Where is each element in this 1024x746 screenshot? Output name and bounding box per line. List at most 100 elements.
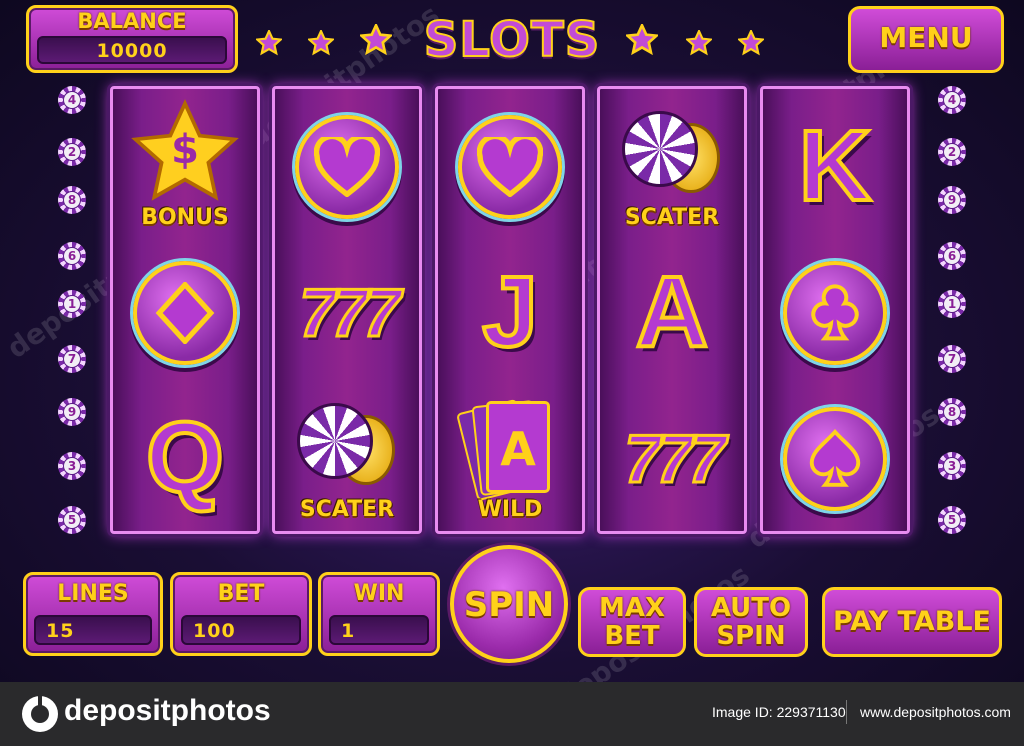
line-marker[interactable]: 6 <box>58 242 86 270</box>
line-marker-number: 6 <box>63 247 81 265</box>
pay-table-button[interactable]: PAY TABLE <box>822 587 1002 657</box>
title-bar: SLOTS <box>256 11 768 72</box>
auto-spin-button[interactable]: AUTO SPIN <box>694 587 808 657</box>
reel-symbol-heart <box>438 93 582 240</box>
auto-spin-line-1: AUTO <box>710 593 792 623</box>
footer-brand: depositphotos <box>64 694 271 727</box>
reel-symbol-club <box>763 239 907 386</box>
max-bet-line-1: MAX <box>598 593 666 623</box>
card-face-icon: A <box>486 401 550 493</box>
spin-button[interactable]: SPIN <box>450 545 568 663</box>
line-marker-number: 7 <box>63 350 81 368</box>
reel-symbol-scatter: SCATER <box>600 93 744 240</box>
reel-1: $ BONUS Q <box>110 86 260 534</box>
bet-panel: BET 100 <box>170 572 312 656</box>
reel-2: 777 SCATER <box>272 86 422 534</box>
line-marker[interactable]: 8 <box>938 398 966 426</box>
footer-url: www.depositphotos.com <box>860 704 1011 720</box>
scatter-label: SCATER <box>624 205 720 230</box>
line-marker[interactable]: 1 <box>938 290 966 318</box>
reel-symbol-heart <box>275 93 419 240</box>
reel-symbol-seven: 777 <box>275 239 419 386</box>
auto-spin-line-2: SPIN <box>716 621 786 651</box>
max-bet-button[interactable]: MAX BET <box>578 587 686 657</box>
purple-chip-icon <box>622 111 698 187</box>
line-marker[interactable]: 7 <box>58 345 86 373</box>
line-marker[interactable]: 7 <box>938 345 966 373</box>
line-marker-number: 7 <box>943 350 961 368</box>
line-marker[interactable]: 2 <box>58 138 86 166</box>
line-marker-number: 4 <box>63 91 81 109</box>
letter-q-glyph: Q <box>144 400 226 516</box>
star-icon <box>626 24 658 56</box>
balance-value: 10000 <box>37 36 227 64</box>
line-marker-number: 5 <box>943 511 961 529</box>
line-marker-number: 2 <box>943 143 961 161</box>
line-marker[interactable]: 6 <box>938 242 966 270</box>
lines-panel: LINES 15 <box>23 572 163 656</box>
bet-value: 100 <box>181 615 301 645</box>
scatter-chips-icon <box>622 111 722 201</box>
letter-k-glyph: K <box>797 108 873 224</box>
seven-glyph: 777 <box>623 419 728 498</box>
line-marker-number: 8 <box>63 191 81 209</box>
scatter-chips-icon <box>297 403 397 493</box>
star-icon <box>256 30 282 56</box>
menu-button[interactable]: MENU <box>848 6 1004 73</box>
lines-label: LINES <box>57 581 129 606</box>
max-bet-line-2: BET <box>604 621 660 651</box>
line-marker-number: 4 <box>943 91 961 109</box>
wild-cards-icon: A <box>456 398 556 505</box>
game-screen: depositphotos depositphotos depositphoto… <box>0 0 1024 682</box>
seven-glyph: 777 <box>298 273 403 352</box>
line-marker[interactable]: 3 <box>938 452 966 480</box>
win-value: 1 <box>329 615 429 645</box>
line-marker-number: 3 <box>943 457 961 475</box>
star-icon <box>360 24 392 56</box>
club-suit-icon <box>783 260 887 365</box>
heart-suit-icon <box>295 114 399 219</box>
line-marker[interactable]: 5 <box>58 506 86 534</box>
line-marker[interactable]: 9 <box>938 186 966 214</box>
wild-card-glyph: A <box>500 422 536 476</box>
wild-label: WILD <box>477 497 543 522</box>
letter-a-glyph: A <box>634 254 710 370</box>
line-marker[interactable]: 5 <box>938 506 966 534</box>
game-title: SLOTS <box>423 11 601 69</box>
purple-chip-icon <box>297 403 373 479</box>
bonus-label: BONUS <box>141 205 229 230</box>
diamond-suit-icon <box>133 260 237 365</box>
reel-symbol-bonus: $ BONUS <box>113 93 257 240</box>
reel-symbol-wild: A WILD <box>438 385 582 532</box>
reel-symbol-q: Q <box>113 385 257 532</box>
bet-label: BET <box>217 581 265 606</box>
reel-3: J A WILD <box>435 86 585 534</box>
line-marker[interactable]: 3 <box>58 452 86 480</box>
reel-symbol-scatter: SCATER <box>275 385 419 532</box>
line-marker[interactable]: 4 <box>58 86 86 114</box>
line-marker[interactable]: 4 <box>938 86 966 114</box>
depositphotos-logo-icon <box>22 696 58 732</box>
star-icon <box>686 30 712 56</box>
lines-value: 15 <box>34 615 152 645</box>
line-marker[interactable]: 9 <box>58 398 86 426</box>
line-marker-number: 8 <box>943 403 961 421</box>
balance-panel: BALANCE 10000 <box>26 5 238 73</box>
scatter-label: SCATER <box>299 497 395 522</box>
reel-symbol-seven: 777 <box>600 385 744 532</box>
line-marker[interactable]: 2 <box>938 138 966 166</box>
win-label: WIN <box>353 581 405 606</box>
reel-5: K <box>760 86 910 534</box>
line-marker[interactable]: 8 <box>58 186 86 214</box>
line-marker[interactable]: 1 <box>58 290 86 318</box>
star-icon <box>738 30 764 56</box>
line-marker-number: 1 <box>63 295 81 313</box>
reel-symbol-k: K <box>763 93 907 240</box>
line-marker-number: 5 <box>63 511 81 529</box>
line-marker-number: 2 <box>63 143 81 161</box>
line-marker-number: 9 <box>943 191 961 209</box>
heart-suit-icon <box>458 114 562 219</box>
bonus-dollar-glyph: $ <box>171 127 199 173</box>
footer-image-id: Image ID: 229371130 <box>712 704 846 720</box>
line-marker-number: 3 <box>63 457 81 475</box>
